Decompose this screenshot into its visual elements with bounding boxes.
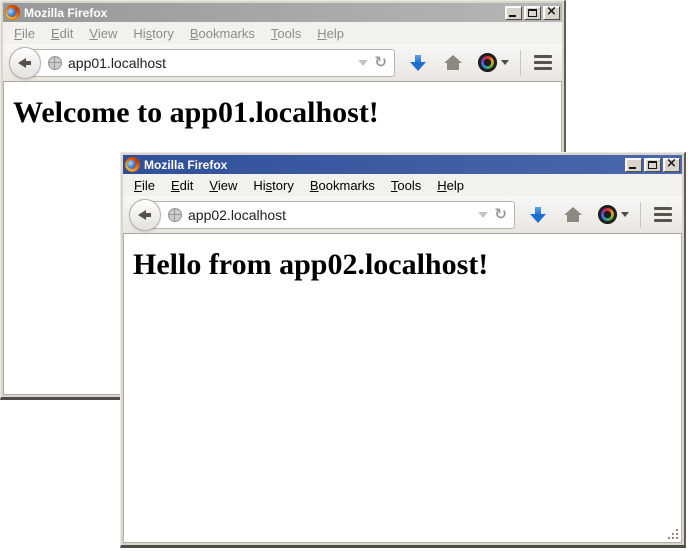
menu-bookmarks[interactable]: Bookmarks: [302, 176, 383, 195]
menu-bar: File Edit View History Bookmarks Tools H…: [123, 174, 682, 196]
app-menu-button[interactable]: [532, 53, 554, 72]
back-arrow-icon: [18, 58, 32, 68]
home-icon: [444, 55, 462, 71]
page-content-app02: Hello from app02.localhost!: [123, 234, 682, 543]
titlebar-app01[interactable]: Mozilla Firefox: [3, 3, 562, 22]
site-identity-globe-icon[interactable]: [48, 56, 62, 70]
addon-button[interactable]: [598, 205, 629, 224]
firefox-icon[interactable]: [125, 157, 140, 172]
resize-grip[interactable]: [666, 527, 680, 541]
menu-bar: File Edit View History Bookmarks Tools H…: [3, 22, 562, 44]
menu-bookmarks[interactable]: Bookmarks: [182, 24, 263, 43]
page-heading: Welcome to app01.localhost!: [13, 96, 561, 130]
back-button[interactable]: [9, 47, 41, 79]
hamburger-icon: [534, 55, 552, 58]
window-title: Mozilla Firefox: [24, 6, 501, 20]
menu-history[interactable]: History: [125, 24, 181, 43]
url-bar[interactable]: app01.localhost: [25, 49, 395, 77]
close-button[interactable]: [543, 6, 560, 20]
menu-edit[interactable]: Edit: [43, 24, 81, 43]
window-controls: [625, 158, 680, 172]
navigation-toolbar: app02.localhost: [123, 196, 682, 234]
menu-file[interactable]: File: [6, 24, 43, 43]
reload-icon[interactable]: [494, 206, 507, 224]
home-button[interactable]: [426, 55, 462, 71]
urlbar-dropdown-icon[interactable]: [358, 60, 368, 66]
toolbar-separator: [520, 50, 521, 76]
page-heading: Hello from app02.localhost!: [133, 248, 681, 282]
window-controls: [505, 6, 560, 20]
window-title: Mozilla Firefox: [144, 158, 621, 172]
download-button[interactable]: [395, 54, 426, 72]
desktop: Mozilla Firefox File Edit View History B…: [0, 0, 688, 551]
menu-help[interactable]: Help: [309, 24, 352, 43]
download-button[interactable]: [515, 206, 546, 224]
download-icon: [530, 206, 546, 224]
firefox-window-app02: Mozilla Firefox File Edit View History B…: [120, 152, 686, 548]
menu-file[interactable]: File: [126, 176, 163, 195]
addon-color-wheel-icon: [478, 53, 497, 72]
addon-button[interactable]: [478, 53, 509, 72]
menu-tools[interactable]: Tools: [263, 24, 309, 43]
close-button[interactable]: [663, 158, 680, 172]
maximize-button[interactable]: [644, 158, 661, 172]
chevron-down-icon: [501, 60, 509, 65]
home-icon: [564, 207, 582, 223]
minimize-button[interactable]: [625, 158, 642, 172]
maximize-button[interactable]: [524, 6, 541, 20]
menu-view[interactable]: View: [81, 24, 125, 43]
chevron-down-icon: [621, 212, 629, 217]
menu-view[interactable]: View: [201, 176, 245, 195]
url-text: app02.localhost: [188, 207, 286, 223]
titlebar-app02[interactable]: Mozilla Firefox: [123, 155, 682, 174]
firefox-icon[interactable]: [5, 5, 20, 20]
hamburger-icon: [654, 207, 672, 210]
menu-history[interactable]: History: [245, 176, 301, 195]
urlbar-dropdown-icon[interactable]: [478, 212, 488, 218]
reload-icon[interactable]: [374, 54, 387, 72]
menu-edit[interactable]: Edit: [163, 176, 201, 195]
addon-color-wheel-icon: [598, 205, 617, 224]
url-text: app01.localhost: [68, 55, 166, 71]
menu-help[interactable]: Help: [429, 176, 472, 195]
toolbar-separator: [640, 202, 641, 228]
navigation-toolbar: app01.localhost: [3, 44, 562, 82]
app-menu-button[interactable]: [652, 205, 674, 224]
url-bar[interactable]: app02.localhost: [145, 201, 515, 229]
site-identity-globe-icon[interactable]: [168, 208, 182, 222]
back-button[interactable]: [129, 199, 161, 231]
back-arrow-icon: [138, 210, 152, 220]
download-icon: [410, 54, 426, 72]
home-button[interactable]: [546, 207, 582, 223]
minimize-button[interactable]: [505, 6, 522, 20]
menu-tools[interactable]: Tools: [383, 176, 429, 195]
